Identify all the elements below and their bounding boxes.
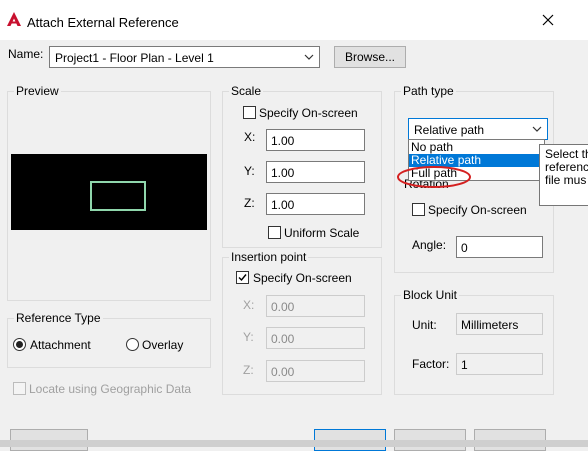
bottom-edge-overlay [0,440,588,447]
scale-y-label: Y: [244,164,255,178]
factor-value-field: 1 [456,353,543,375]
overlay-radio[interactable] [126,338,139,351]
path-type-dropdown[interactable]: Relative path [408,118,548,140]
browse-button[interactable]: Browse... [334,46,406,68]
insertion-x-label: X: [243,298,255,312]
block-unit-group [394,295,554,395]
chevron-down-icon [304,54,314,60]
insertion-x-input[interactable]: 0.00 [266,295,365,317]
rotation-specify-checkbox[interactable] [412,203,425,216]
insertion-y-label: Y: [243,330,254,344]
insertion-z-value: 0.00 [271,365,295,379]
tooltip: Select th referenc file mus [539,144,588,206]
path-type-value: Relative path [414,123,485,137]
preview-title: Preview [14,84,61,98]
scale-title: Scale [229,84,264,98]
name-dropdown[interactable]: Project1 - Floor Plan - Level 1 [49,46,320,68]
dialog-title: Attach External Reference [27,15,179,30]
angle-label: Angle: [412,238,447,252]
attachment-radio[interactable] [13,338,26,351]
scale-specify-label: Specify On-screen [259,106,358,120]
scale-z-label: Z: [244,196,255,210]
scale-x-value: 1.00 [271,134,295,148]
tooltip-line-3: file mus [545,173,587,187]
factor-value: 1 [461,358,468,372]
geographic-data-label: Locate using Geographic Data [29,382,192,396]
autocad-logo-icon [7,12,21,26]
overlay-label: Overlay [142,338,184,352]
chevron-down-icon [532,126,542,132]
preview-image [11,154,207,230]
geographic-data-checkbox[interactable] [13,382,26,395]
insertion-y-value: 0.00 [271,332,295,346]
scale-x-input[interactable]: 1.00 [266,129,365,151]
insertion-y-input[interactable]: 0.00 [266,327,365,349]
insertion-specify-label: Specify On-screen [253,271,352,285]
unit-label: Unit: [412,318,437,332]
scale-z-value: 1.00 [271,198,295,212]
checkmark-icon [238,274,247,282]
insertion-point-title: Insertion point [229,250,309,264]
scale-y-value: 1.00 [271,166,295,180]
annotation-circle [397,166,471,188]
preview-drawing-outline [90,181,146,211]
angle-input[interactable]: 0 [456,236,543,258]
path-type-title: Path type [401,84,456,98]
block-unit-title: Block Unit [401,288,460,302]
scale-z-input[interactable]: 1.00 [266,193,365,215]
scale-x-label: X: [244,130,256,144]
scale-y-input[interactable]: 1.00 [266,161,365,183]
attachment-label: Attachment [30,338,91,352]
name-label: Name: [8,47,44,61]
name-value: Project1 - Floor Plan - Level 1 [55,51,214,65]
unit-value: Millimeters [461,318,519,332]
insertion-x-value: 0.00 [271,300,295,314]
close-icon[interactable] [540,12,556,28]
reference-type-title: Reference Type [14,311,103,325]
scale-specify-checkbox[interactable] [243,106,256,119]
insertion-z-input[interactable]: 0.00 [266,360,365,382]
insertion-z-label: Z: [243,363,254,377]
uniform-scale-checkbox[interactable] [268,226,281,239]
unit-value-field: Millimeters [456,313,543,335]
rotation-specify-label: Specify On-screen [428,203,527,217]
insertion-specify-checkbox[interactable] [236,271,249,284]
uniform-scale-label: Uniform Scale [284,226,360,240]
angle-value: 0 [461,241,468,255]
factor-label: Factor: [412,357,450,371]
